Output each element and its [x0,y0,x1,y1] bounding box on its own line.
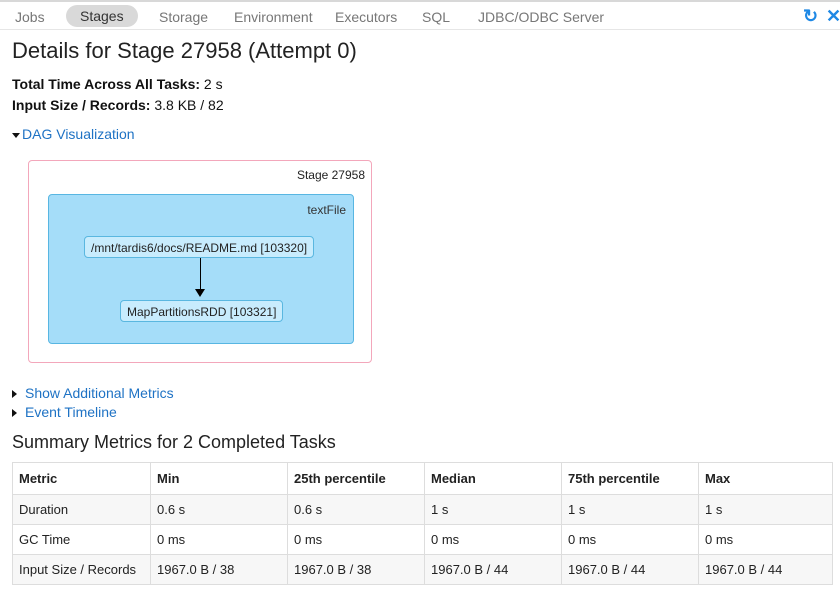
caret-down-icon [12,132,20,138]
show-additional-metrics-link[interactable]: Show Additional Metrics [25,385,174,401]
dag-textfile-cluster: textFile /mnt/tardis6/docs/README.md [10… [48,194,354,344]
table-cell: 1 s [424,494,562,525]
tab-jdbc-odbc-server[interactable]: JDBC/ODBC Server [478,7,604,27]
table-header-row: Metric Min 25th percentile Median 75th p… [12,462,833,495]
event-timeline-toggle[interactable]: Event Timeline [12,404,117,420]
show-additional-metrics-toggle[interactable]: Show Additional Metrics [12,385,174,401]
table-row: Duration 0.6 s 0.6 s 1 s 1 s 1 s [12,494,833,525]
table-row: GC Time 0 ms 0 ms 0 ms 0 ms 0 ms [12,524,833,555]
table-cell: 1967.0 B / 38 [150,554,288,585]
table-cell: 1967.0 B / 44 [698,554,833,585]
table-cell: 1 s [561,494,699,525]
close-icon[interactable]: ✕ [826,6,840,27]
summary-metrics-title: Summary Metrics for 2 Completed Tasks [12,432,336,452]
input-size-stat: Input Size / Records: 3.8 KB / 82 [12,97,224,113]
tab-storage[interactable]: Storage [159,7,208,27]
column-header-max[interactable]: Max [698,462,833,495]
top-nav-bar: Jobs Stages Storage Environment Executor… [0,0,840,30]
table-cell: 1967.0 B / 38 [287,554,425,585]
caret-right-icon [12,409,17,418]
table-cell: 1967.0 B / 44 [424,554,562,585]
table-row: Input Size / Records 1967.0 B / 38 1967.… [12,554,833,585]
summary-metrics-table: Metric Min 25th percentile Median 75th p… [12,462,833,585]
table-cell: 0 ms [561,524,699,555]
refresh-icon[interactable]: ↻ [803,6,818,27]
event-timeline-link[interactable]: Event Timeline [25,404,117,420]
column-header-25th-percentile[interactable]: 25th percentile [287,462,425,495]
tab-sql[interactable]: SQL [422,7,450,27]
dag-cluster-label: textFile [307,203,346,217]
table-cell: 0 ms [698,524,833,555]
table-cell: 0 ms [287,524,425,555]
dag-toggle[interactable]: DAG Visualization [12,126,135,142]
column-header-median[interactable]: Median [424,462,562,495]
table-cell: 0.6 s [287,494,425,525]
total-time-stat: Total Time Across All Tasks: 2 s [12,76,223,92]
tab-stages[interactable]: Stages [66,5,138,27]
table-cell: 0.6 s [150,494,288,525]
input-size-label: Input Size / Records: [12,97,151,113]
tab-executors[interactable]: Executors [335,7,397,27]
dag-edge-arrowhead [195,289,205,297]
table-cell: 0 ms [424,524,562,555]
table-cell: 1 s [698,494,833,525]
dag-visualization-link[interactable]: DAG Visualization [22,126,135,142]
tab-jobs[interactable]: Jobs [15,7,45,27]
column-header-metric[interactable]: Metric [12,462,151,495]
total-time-label: Total Time Across All Tasks: [12,76,201,92]
caret-right-icon [12,390,17,399]
dag-stage-cluster: Stage 27958 textFile /mnt/tardis6/docs/R… [28,160,372,363]
page-title: Details for Stage 27958 (Attempt 0) [12,38,357,63]
column-header-min[interactable]: Min [150,462,288,495]
table-cell: Duration [12,494,151,525]
tab-environment[interactable]: Environment [234,7,313,27]
dag-edge [200,258,201,289]
table-cell: GC Time [12,524,151,555]
table-cell: Input Size / Records [12,554,151,585]
dag-stage-label: Stage 27958 [296,168,365,182]
column-header-75th-percentile[interactable]: 75th percentile [561,462,699,495]
total-time-value: 2 s [203,76,223,92]
table-cell: 1967.0 B / 44 [561,554,699,585]
table-cell: 0 ms [150,524,288,555]
dag-node-readme[interactable]: /mnt/tardis6/docs/README.md [103320] [84,236,315,258]
dag-node-mappartitions[interactable]: MapPartitionsRDD [103321] [120,300,284,322]
input-size-value: 3.8 KB / 82 [154,97,224,113]
